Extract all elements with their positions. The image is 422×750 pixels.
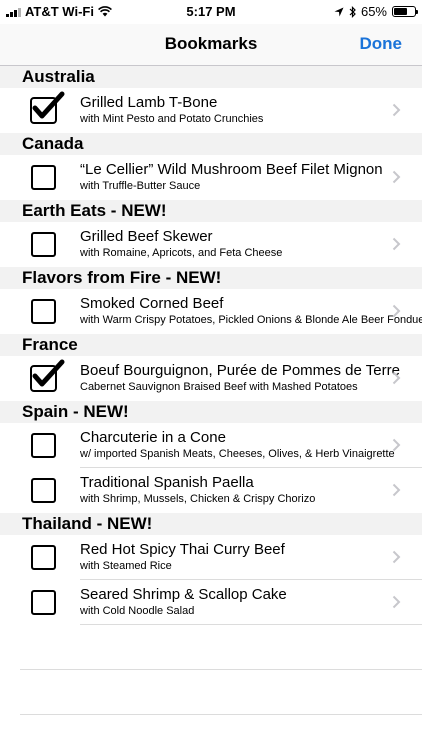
item-subtitle: with Cold Noodle Salad [80,605,195,617]
chevron-right-icon[interactable] [392,595,401,609]
item-subtitle: with Romaine, Apricots, and Feta Cheese [80,247,283,259]
checked-checkbox-icon[interactable] [29,358,65,392]
chevron-right-icon[interactable] [392,170,401,184]
chevron-right-icon[interactable] [392,483,401,497]
bluetooth-icon [349,5,356,18]
item-title: Grilled Lamb T-Bone [80,94,218,111]
battery-fill [394,8,407,15]
done-button[interactable]: Done [360,34,403,54]
item-title: Traditional Spanish Paella [80,474,254,491]
unchecked-checkbox-icon[interactable] [31,299,56,324]
item-title: Charcuterie in a Cone [80,429,226,446]
item-title: Grilled Beef Skewer [80,228,213,245]
section-header: Spain - NEW! [0,401,422,423]
item-subtitle: with Mint Pesto and Potato Crunchies [80,113,264,125]
row-separator [80,624,422,625]
item-title: “Le Cellier” Wild Mushroom Beef Filet Mi… [80,161,383,178]
list-item[interactable]: Traditional Spanish Paella with Shrimp, M… [0,468,422,513]
section-header: Australia [0,66,422,88]
unchecked-checkbox-icon[interactable] [31,478,56,503]
unchecked-checkbox-icon[interactable] [31,165,56,190]
empty-row-separator [20,714,422,715]
item-title: Boeuf Bourguignon, Purée de Pommes de Te… [80,362,400,379]
checked-checkbox-icon[interactable] [29,90,65,124]
item-subtitle: with Warm Crispy Potatoes, Pickled Onion… [80,314,422,326]
battery-icon [392,6,418,17]
list-item[interactable]: Grilled Lamb T-Bone with Mint Pesto and P… [0,88,422,133]
unchecked-checkbox-icon[interactable] [31,590,56,615]
list-item[interactable]: Charcuterie in a Cone w/ imported Spanish… [0,423,422,468]
chevron-right-icon[interactable] [392,550,401,564]
item-title: Seared Shrimp & Scallop Cake [80,586,287,603]
list-item[interactable]: “Le Cellier” Wild Mushroom Beef Filet Mi… [0,155,422,200]
item-subtitle: with Steamed Rice [80,560,172,572]
section-header: Canada [0,133,422,155]
item-title: Red Hot Spicy Thai Curry Beef [80,541,285,558]
list-item[interactable]: Red Hot Spicy Thai Curry Beef with Steame… [0,535,422,580]
chevron-right-icon[interactable] [392,304,401,318]
list-item[interactable]: Grilled Beef Skewer with Romaine, Apricot… [0,222,422,267]
unchecked-checkbox-icon[interactable] [31,232,56,257]
list-item[interactable]: Seared Shrimp & Scallop Cake with Cold No… [0,580,422,625]
section-header: Thailand - NEW! [0,513,422,535]
unchecked-checkbox-icon[interactable] [31,433,56,458]
item-subtitle: with Truffle-Butter Sauce [80,180,201,192]
unchecked-checkbox-icon[interactable] [31,545,56,570]
status-right: 65% [334,4,418,19]
chevron-right-icon[interactable] [392,371,401,385]
item-title: Smoked Corned Beef [80,295,224,312]
list-item[interactable]: Smoked Corned Beef with Warm Crispy Potat… [0,289,422,334]
section-header: Earth Eats - NEW! [0,200,422,222]
section-header: France [0,334,422,356]
empty-row-separator [20,669,422,670]
item-subtitle: with Shrimp, Mussels, Chicken & Crispy C… [80,493,316,505]
bookmarks-list: Australia Grilled Lamb T-Bone with Mint Pe… [0,66,422,625]
item-subtitle: w/ imported Spanish Meats, Cheeses, Oliv… [80,448,395,460]
section-header: Flavors from Fire - NEW! [0,267,422,289]
list-item[interactable]: Boeuf Bourguignon, Purée de Pommes de Te… [0,356,422,401]
navigation-bar: Bookmarks Done [0,24,422,66]
chevron-right-icon[interactable] [392,438,401,452]
item-subtitle: Cabernet Sauvignon Braised Beef with Mas… [80,381,358,393]
chevron-right-icon[interactable] [392,237,401,251]
chevron-right-icon[interactable] [392,103,401,117]
battery-percent: 65% [360,4,387,19]
status-bar: AT&T Wi-Fi 5:17 PM 65% [0,0,422,24]
location-arrow-icon [334,7,344,16]
